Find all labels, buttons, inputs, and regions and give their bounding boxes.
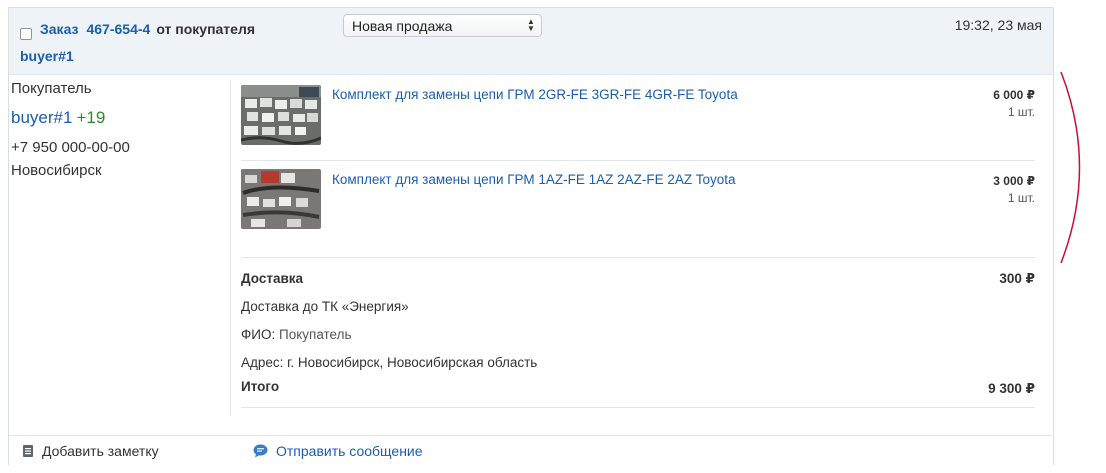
delivery-method-row: Доставка до ТК «Энергия» <box>241 292 1035 320</box>
product-thumbnail[interactable] <box>241 85 321 145</box>
buyer-name-link[interactable]: buyer#1 <box>11 108 72 127</box>
buyer-rating: +19 <box>76 108 106 127</box>
product-quantity: 1 шт. <box>1007 105 1035 119</box>
delivery-fio-value: Покупатель <box>278 327 352 342</box>
select-arrows-icon: ▲ ▼ <box>527 17 535 33</box>
product-quantity: 1 шт. <box>1007 191 1035 205</box>
delivery-block: Доставка 300 ₽ Доставка до ТК «Энергия» … <box>241 257 1035 408</box>
delivery-fio-label: ФИО: <box>241 327 276 342</box>
delivery-address: Адрес: г. Новосибирск, Новосибирская обл… <box>241 355 538 370</box>
order-status-value: Новая продажа <box>352 18 453 34</box>
total-value: 9 300 ₽ <box>988 381 1035 396</box>
buyer-city: Новосибирск <box>11 162 102 179</box>
add-note-button[interactable]: Добавить заметку <box>22 443 159 459</box>
annotation-bracket <box>1060 71 1081 264</box>
product-price: 3 000 ₽ <box>993 174 1035 188</box>
delivery-method: Доставка до ТК «Энергия» <box>241 299 409 314</box>
buyer-info: Покупатель buyer#1 +19 +7 950 000-00-00 Н… <box>11 80 221 179</box>
product-title-link[interactable]: Комплект для замены цепи ГРМ 1AZ-FE 1AZ … <box>332 172 735 187</box>
delivery-price: 300 ₽ <box>999 271 1035 286</box>
send-message-label: Отправить сообщение <box>276 443 423 459</box>
send-message-button[interactable]: Отправить сообщение <box>253 443 423 459</box>
product-row: Комплект для замены цепи ГРМ 2GR-FE 3GR-… <box>241 80 1035 161</box>
product-price: 6 000 ₽ <box>993 88 1035 102</box>
order-footer: Добавить заметку Отправить сообщение <box>9 435 1053 465</box>
header-buyer-link[interactable]: buyer#1 <box>20 48 74 64</box>
note-icon <box>23 445 33 457</box>
order-total-row: Итого 9 300 ₽ <box>241 376 1035 408</box>
delivery-label: Доставка <box>241 271 304 286</box>
order-timestamp: 19:32, 23 мая <box>954 17 1042 33</box>
order-title: Заказ 467-654-4 от покупателя <box>40 21 255 37</box>
product-row: Комплект для замены цепи ГРМ 1AZ-FE 1AZ … <box>241 161 1035 238</box>
order-select-checkbox[interactable] <box>20 28 32 40</box>
add-note-label: Добавить заметку <box>42 443 159 459</box>
product-image-timing-kit-1 <box>241 85 321 145</box>
column-divider <box>230 80 231 416</box>
total-label: Итого <box>241 379 280 394</box>
delivery-fio-row: ФИО: Покупатель <box>241 320 1035 348</box>
buyer-phone: +7 950 000-00-00 <box>11 139 130 156</box>
product-thumbnail[interactable] <box>241 169 321 229</box>
order-header: Заказ 467-654-4 от покупателя buyer#1 Нова… <box>9 8 1053 75</box>
order-from-buyer-label: от покупателя <box>156 21 256 37</box>
order-status-select[interactable]: Новая продажа ▲ ▼ <box>343 14 542 37</box>
chat-bubble-icon <box>253 444 268 458</box>
delivery-header-row: Доставка 300 ₽ <box>241 264 1035 292</box>
order-number-link[interactable]: 467-654-4 <box>86 21 150 37</box>
product-title-link[interactable]: Комплект для замены цепи ГРМ 2GR-FE 3GR-… <box>332 87 738 102</box>
delivery-address-row: Адрес: г. Новосибирск, Новосибирская обл… <box>241 348 1035 376</box>
buyer-name-line: buyer#1 +19 <box>11 108 221 128</box>
product-image-timing-kit-2 <box>241 169 321 229</box>
buyer-section-label: Покупатель <box>11 80 92 97</box>
order-items: Комплект для замены цепи ГРМ 2GR-FE 3GR-… <box>241 80 1035 238</box>
delivery-fio: ФИО: Покупатель <box>241 327 352 342</box>
order-word-link[interactable]: Заказ <box>40 21 78 37</box>
